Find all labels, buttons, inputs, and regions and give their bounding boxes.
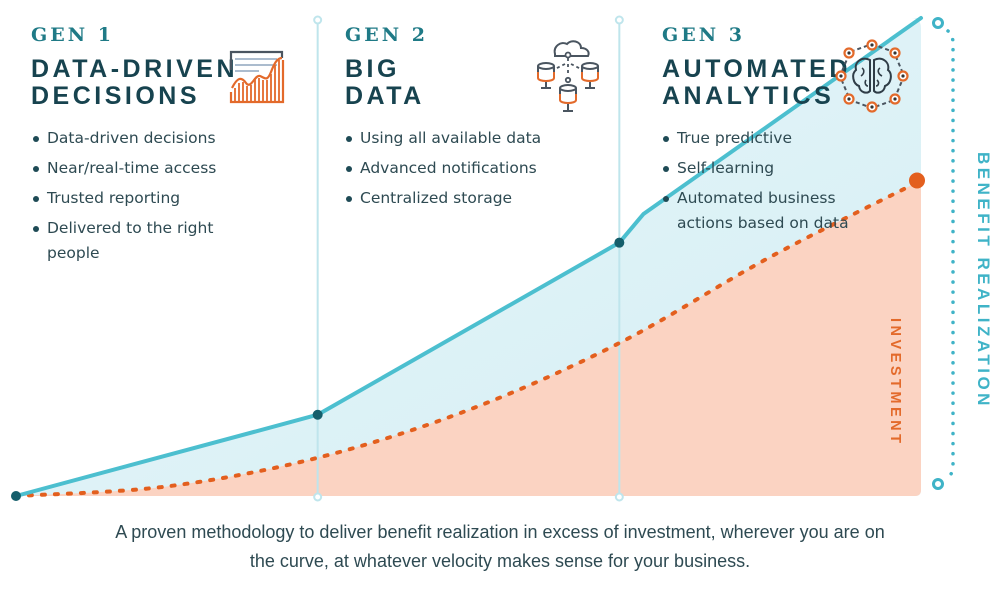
list-item: Trusted reporting [32,186,232,211]
chart-report-icon [229,50,285,109]
list-item: Advanced notifications [345,156,575,181]
axis-top-cap [932,17,944,29]
caption-line-2: the curve, at whatever velocity makes se… [249,551,751,571]
gen2-label: GEN 2 [345,24,428,46]
benefit-point [312,409,323,420]
list-item: Data-driven decisions [32,126,232,151]
investment-end-point [909,172,925,189]
gen3-label: GEN 3 [662,24,745,46]
divider-top-cap [614,15,624,25]
gen1-bullet-list: Data-driven decisions Near/real-time acc… [32,126,232,271]
caption-line-1: A proven methodology to deliver benefit … [115,522,885,542]
brain-network-icon [834,38,910,119]
list-item: Centralized storage [345,186,575,211]
benefit-curve-infographic: GEN 1 DATA-DRIVEN DECISIONS Data-driven … [0,0,1000,599]
gen1-label: GEN 1 [31,24,114,46]
axis-bottom-cap [932,478,944,490]
gen1-title: DATA-DRIVEN DECISIONS [31,55,239,110]
list-item: Automated business actions based on data [662,186,882,236]
gen3-bullet-list: True predictive Self-learning Automated … [662,126,882,241]
list-item: True predictive [662,126,882,151]
caption: A proven methodology to deliver benefit … [0,518,1000,576]
benefit-point [614,237,625,248]
gen3-title: AUTOMATED ANALYTICS [662,55,851,110]
divider-bottom-cap [313,492,323,502]
benefit-realization-label: BENEFIT REALIZATION [974,152,993,409]
list-item: Delivered to the right people [32,216,232,266]
cloud-database-icon [535,38,601,119]
list-item: Using all available data [345,126,575,151]
list-item: Self-learning [662,156,882,181]
divider-top-cap [313,15,323,25]
investment-label: INVESTMENT [887,318,903,447]
divider-bottom-cap [614,492,624,502]
list-item: Near/real-time access [32,156,232,181]
gen2-bullet-list: Using all available data Advanced notifi… [345,126,575,216]
gen2-title: BIG DATA [345,55,425,110]
benefit-axis-dotted-line [946,29,955,479]
benefit-point [11,491,21,501]
